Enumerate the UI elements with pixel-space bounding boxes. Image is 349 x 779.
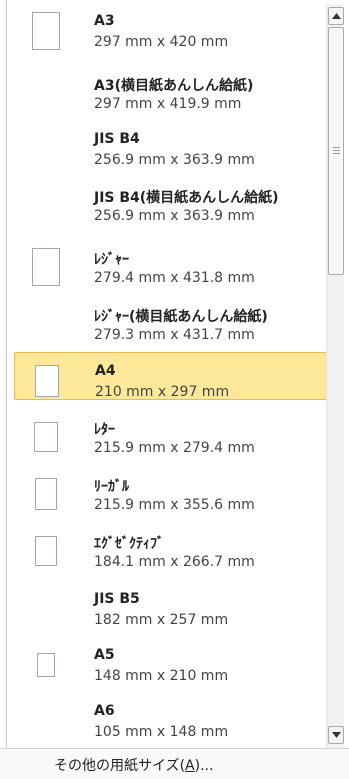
paper-thumbnail-icon bbox=[37, 653, 55, 677]
thumb-grip-line bbox=[333, 147, 340, 148]
paper-size-dimensions: 148 mm x 210 mm bbox=[94, 668, 229, 684]
paper-size-dimensions: 182 mm x 257 mm bbox=[94, 612, 229, 628]
paper-size-dimensions: 215.9 mm x 279.4 mm bbox=[94, 440, 255, 456]
paper-size-item[interactable]: JIS B5 182 mm x 257 mm bbox=[14, 581, 328, 629]
thumb-grip-line bbox=[333, 150, 340, 151]
paper-size-name: JIS B5 bbox=[94, 591, 140, 607]
paper-thumbnail-icon bbox=[34, 422, 58, 452]
paper-size-dimensions: 184.1 mm x 266.7 mm bbox=[94, 554, 255, 570]
paper-thumbnail-icon bbox=[35, 365, 59, 397]
paper-size-dimensions: 279.4 mm x 431.8 mm bbox=[94, 270, 255, 286]
paper-size-item[interactable]: ﾚｼﾞｬｰ 279.4 mm x 431.8 mm bbox=[14, 239, 328, 287]
paper-size-name: ﾚｼﾞｬｰ bbox=[94, 252, 129, 268]
paper-size-list: A3 297 mm x 420 mm A3(横目紙あんしん給紙) 297 mm x 4… bbox=[8, 0, 328, 748]
paper-size-item[interactable]: JIS B4(横目紙あんしん給紙) 256.9 mm x 363.9 mm bbox=[14, 177, 328, 225]
paper-size-name: A3(横目紙あんしん給紙) bbox=[94, 78, 254, 94]
paper-size-name: ｴｸﾞｾﾞｸﾃｨﾌﾞ bbox=[94, 536, 164, 552]
paper-size-name: A4 bbox=[95, 363, 116, 379]
paper-size-name: A5 bbox=[94, 647, 115, 663]
paper-size-name: A3 bbox=[94, 13, 115, 29]
vertical-scrollbar[interactable] bbox=[326, 5, 344, 748]
paper-size-item[interactable]: ﾚｼﾞｬｰ(横目紙あんしん給紙) 279.3 mm x 431.7 mm bbox=[14, 296, 328, 344]
paper-size-item[interactable]: ﾚﾀｰ 215.9 mm x 279.4 mm bbox=[14, 409, 328, 457]
paper-size-dimensions: 215.9 mm x 355.6 mm bbox=[94, 497, 255, 513]
scrollbar-thumb[interactable] bbox=[328, 27, 344, 275]
more-paper-sizes-item[interactable]: その他の用紙サイズ(A)... bbox=[0, 749, 349, 779]
paper-size-item[interactable]: A4 210 mm x 297 mm bbox=[14, 352, 328, 400]
paper-size-item[interactable]: A5 148 mm x 210 mm bbox=[14, 637, 328, 685]
paper-size-item[interactable]: JIS B4 256.9 mm x 363.9 mm bbox=[14, 121, 328, 169]
paper-size-item[interactable]: ｴｸﾞｾﾞｸﾃｨﾌﾞ 184.1 mm x 266.7 mm bbox=[14, 523, 328, 571]
paper-size-item[interactable]: A3(横目紙あんしん給紙) 297 mm x 419.9 mm bbox=[14, 65, 328, 113]
scroll-down-arrow-icon bbox=[332, 732, 341, 738]
paper-size-item[interactable]: A6 105 mm x 148 mm bbox=[14, 693, 328, 741]
paper-thumbnail-icon bbox=[32, 12, 60, 50]
paper-size-dimensions: 256.9 mm x 363.9 mm bbox=[94, 208, 255, 224]
left-divider bbox=[6, 0, 7, 748]
thumb-grip-line bbox=[333, 153, 340, 154]
paper-thumbnail-icon bbox=[35, 536, 57, 566]
paper-size-dimensions: 297 mm x 420 mm bbox=[94, 34, 229, 50]
paper-size-dimensions: 210 mm x 297 mm bbox=[95, 384, 230, 400]
paper-size-dimensions: 256.9 mm x 363.9 mm bbox=[94, 152, 255, 168]
paper-size-name: A6 bbox=[94, 703, 115, 719]
paper-size-name: JIS B4 bbox=[94, 131, 140, 147]
more-paper-sizes-label: その他の用紙サイズ(A)... bbox=[54, 758, 214, 774]
scroll-up-arrow-icon bbox=[332, 13, 341, 19]
paper-size-name: ﾘｰｶﾞﾙ bbox=[94, 479, 129, 495]
paper-size-name: ﾚﾀｰ bbox=[94, 422, 115, 438]
paper-thumbnail-icon bbox=[35, 478, 57, 510]
paper-thumbnail-icon bbox=[32, 248, 60, 286]
paper-size-dimensions: 105 mm x 148 mm bbox=[94, 724, 229, 740]
scroll-down-button[interactable] bbox=[328, 726, 344, 744]
paper-size-dropdown: A3 297 mm x 420 mm A3(横目紙あんしん給紙) 297 mm x 4… bbox=[0, 0, 349, 779]
scroll-up-button[interactable] bbox=[328, 7, 344, 25]
paper-size-name: JIS B4(横目紙あんしん給紙) bbox=[94, 190, 279, 206]
paper-size-dimensions: 297 mm x 419.9 mm bbox=[94, 96, 242, 112]
paper-size-dimensions: 279.3 mm x 431.7 mm bbox=[94, 327, 255, 343]
paper-size-item[interactable]: A3 297 mm x 420 mm bbox=[14, 3, 328, 51]
paper-size-name: ﾚｼﾞｬｰ(横目紙あんしん給紙) bbox=[94, 309, 268, 325]
paper-size-item[interactable]: ﾘｰｶﾞﾙ 215.9 mm x 355.6 mm bbox=[14, 466, 328, 514]
